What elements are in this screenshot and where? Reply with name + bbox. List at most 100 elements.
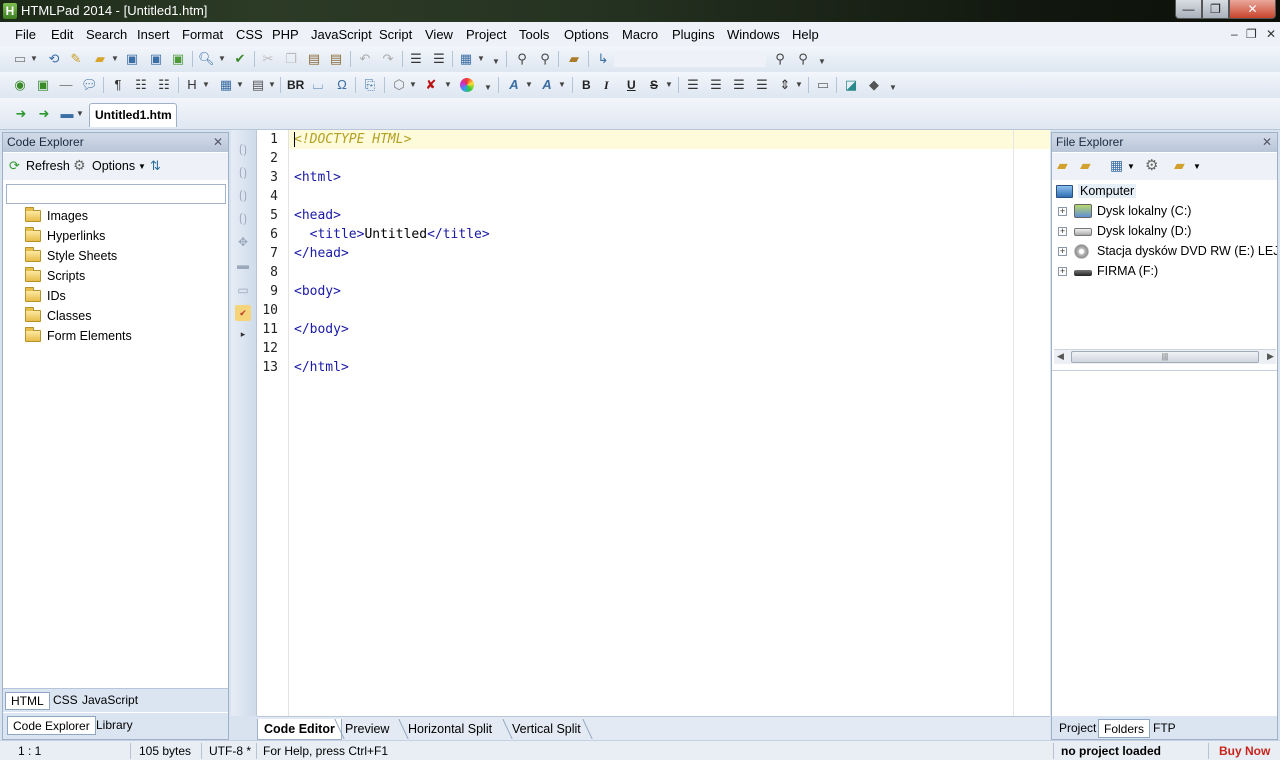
- marker-dropdown-icon[interactable]: ▼: [444, 77, 452, 93]
- color-picker-icon[interactable]: [460, 78, 474, 92]
- mdi-close-button[interactable]: ✕: [1266, 27, 1276, 41]
- tab-library[interactable]: Library: [91, 716, 138, 735]
- new-file-icon[interactable]: ▭: [12, 51, 28, 67]
- heading-icon[interactable]: H: [184, 77, 200, 93]
- table-dropdown-icon[interactable]: ▼: [236, 77, 244, 93]
- gear-icon[interactable]: ⚙: [1145, 156, 1158, 174]
- menu-tools[interactable]: Tools: [519, 27, 549, 42]
- menu-php[interactable]: PHP: [272, 27, 299, 42]
- fold-all-icon[interactable]: ⟮⟯: [235, 187, 251, 203]
- tree-item-ids[interactable]: IDs: [4, 286, 228, 306]
- code-explorer-filter-input[interactable]: [6, 184, 226, 204]
- find-next-icon[interactable]: ⚲: [795, 51, 811, 67]
- tab-preview[interactable]: Preview: [339, 719, 395, 740]
- tree-item-drive-f[interactable]: + FIRMA (F:): [1052, 262, 1277, 282]
- menu-search[interactable]: Search: [86, 27, 127, 42]
- toolbar-overflow-icon[interactable]: ▼: [889, 80, 897, 96]
- save-all-icon[interactable]: ▣: [148, 51, 164, 67]
- paragraph-icon[interactable]: ¶: [110, 77, 126, 93]
- goto-icon[interactable]: ↳: [595, 51, 611, 67]
- back-arrow-icon[interactable]: ➜: [13, 106, 29, 122]
- tab-code-explorer[interactable]: Code Explorer: [7, 716, 96, 735]
- toolbar-overflow-icon[interactable]: ▼: [818, 54, 826, 70]
- tree-item-hyperlinks[interactable]: Hyperlinks: [4, 226, 228, 246]
- menu-project[interactable]: Project: [466, 27, 506, 42]
- favorites-dropdown-icon[interactable]: ▼: [1193, 162, 1201, 171]
- tab-vertical-split[interactable]: Vertical Split: [506, 719, 587, 740]
- menu-insert[interactable]: Insert: [137, 27, 170, 42]
- tree-item-komputer[interactable]: Komputer: [1052, 182, 1277, 202]
- non-breaking-space-icon[interactable]: ⌴: [310, 77, 326, 93]
- spell-check-icon[interactable]: ✔: [232, 51, 248, 67]
- menu-javascript[interactable]: JavaScript: [311, 27, 372, 42]
- save-icon[interactable]: ▣: [124, 51, 140, 67]
- new-folder-icon[interactable]: ▰: [1080, 157, 1091, 174]
- edit-file-icon[interactable]: ✎: [68, 51, 84, 67]
- tree-item-drive-c[interactable]: + Dysk lokalny (C:): [1052, 202, 1277, 222]
- fold-block-icon[interactable]: ⟮⟯: [235, 141, 251, 157]
- outdent-icon[interactable]: ☰: [431, 51, 447, 67]
- css-style-icon[interactable]: ◪: [843, 77, 859, 93]
- indent-icon[interactable]: ☰: [408, 51, 424, 67]
- layout-icon[interactable]: ▦: [458, 51, 474, 67]
- options-dropdown-icon[interactable]: ▼: [138, 162, 146, 171]
- open-folder-icon[interactable]: ▰: [92, 51, 108, 67]
- unfold-all-icon[interactable]: ⟮⟯: [235, 210, 251, 226]
- justify-icon[interactable]: ☰: [754, 77, 770, 93]
- undo-icon[interactable]: ↶: [357, 51, 373, 67]
- line-spacing-icon[interactable]: ⇕: [777, 77, 793, 93]
- font-dropdown-icon[interactable]: ▼: [525, 77, 533, 93]
- zoom-dropdown-icon[interactable]: ▼: [218, 51, 226, 67]
- line-break-button[interactable]: BR: [287, 77, 304, 93]
- insert-image-icon[interactable]: ▣: [35, 77, 51, 93]
- tab-html[interactable]: HTML: [5, 692, 50, 710]
- align-right-icon[interactable]: ☰: [731, 77, 747, 93]
- view-mode-dropdown-icon[interactable]: ▼: [1127, 162, 1135, 171]
- mdi-minimize-button[interactable]: –: [1231, 27, 1238, 41]
- div-icon[interactable]: ▭: [815, 77, 831, 93]
- find-in-files-icon[interactable]: ▰: [566, 51, 582, 67]
- tree-item-scripts[interactable]: Scripts: [4, 266, 228, 286]
- new-from-template-icon[interactable]: ⟲: [46, 51, 62, 67]
- tab-list-icon[interactable]: ▬: [59, 106, 75, 122]
- menu-script[interactable]: Script: [379, 27, 412, 42]
- toolbar-overflow-icon[interactable]: ▼: [492, 54, 500, 70]
- tree-item-images[interactable]: Images: [4, 206, 228, 226]
- menu-edit[interactable]: Edit: [51, 27, 73, 42]
- font-size-icon[interactable]: A: [539, 77, 555, 93]
- shape-dropdown-icon[interactable]: ▼: [409, 77, 417, 93]
- bullet-list-icon[interactable]: ☷: [133, 77, 149, 93]
- menu-css[interactable]: CSS: [236, 27, 263, 42]
- comment-block-icon[interactable]: ▭: [235, 282, 251, 298]
- menu-view[interactable]: View: [425, 27, 453, 42]
- bold-button[interactable]: B: [582, 77, 591, 93]
- shape-icon[interactable]: ⬡: [391, 77, 407, 93]
- tree-item-classes[interactable]: Classes: [4, 306, 228, 326]
- css-validate-icon[interactable]: ✔: [235, 305, 251, 321]
- find-icon[interactable]: ⚲: [514, 51, 530, 67]
- refresh-button[interactable]: Refresh: [26, 159, 70, 173]
- underline-button[interactable]: U: [627, 77, 636, 93]
- code-editor[interactable]: 1 2 3 4 5 6 7 8 9 10 11 12 13 <!DOCTYPE …: [257, 130, 1050, 716]
- align-center-icon[interactable]: ☰: [708, 77, 724, 93]
- replace-icon[interactable]: ⚲: [537, 51, 553, 67]
- special-char-icon[interactable]: Ω: [334, 77, 350, 93]
- panel-splitter[interactable]: [1052, 370, 1277, 371]
- quick-search-combo[interactable]: [614, 52, 766, 67]
- scroll-right-icon[interactable]: ▶: [1267, 351, 1274, 362]
- refresh-icon[interactable]: ⟳: [9, 158, 20, 174]
- menu-plugins[interactable]: Plugins: [672, 27, 715, 42]
- strike-dropdown-icon[interactable]: ▼: [665, 77, 673, 93]
- expand-icon[interactable]: +: [1058, 207, 1067, 216]
- open-dropdown-icon[interactable]: ▼: [111, 51, 119, 67]
- close-window-button[interactable]: ✕: [1229, 0, 1276, 19]
- strikethrough-button[interactable]: S: [650, 77, 658, 93]
- tree-item-form-elements[interactable]: Form Elements: [4, 326, 228, 346]
- layout-dropdown-icon[interactable]: ▼: [477, 51, 485, 67]
- font-size-dropdown-icon[interactable]: ▼: [558, 77, 566, 93]
- line-spacing-dropdown-icon[interactable]: ▼: [795, 77, 803, 93]
- block-icon[interactable]: ▬: [235, 257, 251, 273]
- tree-item-drive-d[interactable]: + Dysk lokalny (D:): [1052, 222, 1277, 242]
- bookmark-icon[interactable]: ✥: [235, 234, 251, 250]
- mdi-restore-button[interactable]: ❐: [1246, 27, 1257, 41]
